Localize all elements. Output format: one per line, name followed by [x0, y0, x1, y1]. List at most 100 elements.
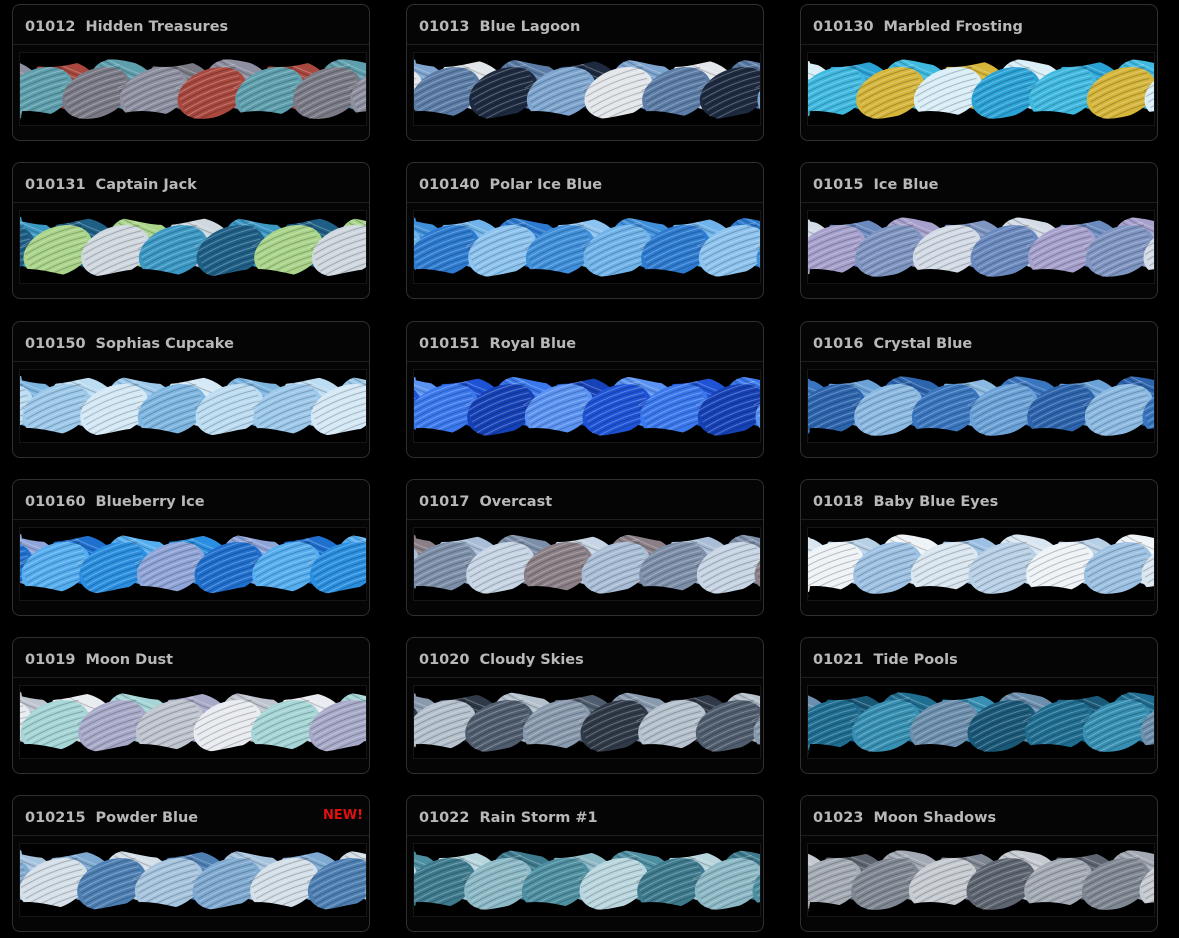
- thread-swatch[interactable]: [19, 210, 367, 284]
- thread-skein-image: [414, 370, 760, 442]
- thread-name[interactable]: Captain Jack: [96, 177, 197, 193]
- thread-card[interactable]: 01023 Moon Shadows: [800, 795, 1158, 932]
- thread-card[interactable]: 010215 Powder Blue NEW!: [12, 795, 370, 932]
- thread-name[interactable]: Moon Shadows: [873, 810, 996, 826]
- thread-swatch[interactable]: [19, 52, 367, 126]
- thread-name[interactable]: Powder Blue: [96, 810, 199, 826]
- thread-card[interactable]: 01022 Rain Storm #1: [406, 795, 764, 932]
- thread-code: 01023: [813, 810, 864, 826]
- thread-card-header: 01023 Moon Shadows: [801, 796, 1157, 836]
- thread-title: 01017 Overcast: [419, 491, 552, 510]
- thread-name[interactable]: Blue Lagoon: [479, 19, 580, 35]
- thread-skein-image: [808, 528, 1154, 600]
- thread-title: 01019 Moon Dust: [25, 649, 173, 668]
- thread-card-header: 01020 Cloudy Skies: [407, 638, 763, 678]
- thread-code: 010140: [419, 177, 480, 193]
- thread-title: 01012 Hidden Treasures: [25, 16, 228, 35]
- thread-swatch[interactable]: [413, 52, 761, 126]
- thread-card-header: 010215 Powder Blue NEW!: [13, 796, 369, 836]
- thread-name[interactable]: Baby Blue Eyes: [873, 494, 998, 510]
- thread-name[interactable]: Crystal Blue: [873, 336, 972, 352]
- thread-code: 01020: [419, 652, 470, 668]
- thread-card[interactable]: 01020 Cloudy Skies: [406, 637, 764, 774]
- thread-title: 01023 Moon Shadows: [813, 807, 996, 826]
- thread-name[interactable]: Hidden Treasures: [85, 19, 228, 35]
- thread-name[interactable]: Royal Blue: [490, 336, 577, 352]
- thread-skein-image: [808, 211, 1154, 283]
- thread-skein-image: [20, 528, 366, 600]
- thread-card[interactable]: 01012 Hidden Treasures: [12, 4, 370, 141]
- thread-card[interactable]: 01019 Moon Dust: [12, 637, 370, 774]
- thread-card-header: 010130 Marbled Frosting: [801, 5, 1157, 45]
- thread-swatch[interactable]: [19, 369, 367, 443]
- thread-skein-image: [20, 370, 366, 442]
- thread-card[interactable]: 010160 Blueberry Ice: [12, 479, 370, 616]
- thread-swatch[interactable]: [413, 527, 761, 601]
- thread-swatch[interactable]: [807, 369, 1155, 443]
- thread-card[interactable]: 01018 Baby Blue Eyes: [800, 479, 1158, 616]
- thread-card-header: 01012 Hidden Treasures: [13, 5, 369, 45]
- thread-name[interactable]: Blueberry Ice: [96, 494, 205, 510]
- thread-card-header: 01013 Blue Lagoon: [407, 5, 763, 45]
- thread-swatch[interactable]: [19, 527, 367, 601]
- thread-name[interactable]: Sophias Cupcake: [96, 336, 234, 352]
- thread-card-header: 010131 Captain Jack: [13, 163, 369, 203]
- thread-skein-image: [20, 844, 366, 916]
- thread-title: 01020 Cloudy Skies: [419, 649, 584, 668]
- thread-card[interactable]: 010151 Royal Blue: [406, 321, 764, 458]
- new-badge: NEW!: [322, 808, 363, 823]
- thread-name[interactable]: Overcast: [479, 494, 552, 510]
- thread-card-header: 01016 Crystal Blue: [801, 322, 1157, 362]
- thread-name[interactable]: Marbled Frosting: [884, 19, 1023, 35]
- thread-swatch[interactable]: [807, 685, 1155, 759]
- thread-code: 010160: [25, 494, 86, 510]
- thread-code: 01017: [419, 494, 470, 510]
- thread-name[interactable]: Polar Ice Blue: [490, 177, 603, 193]
- thread-card-header: 01019 Moon Dust: [13, 638, 369, 678]
- thread-title: 01016 Crystal Blue: [813, 333, 972, 352]
- thread-swatch[interactable]: [807, 210, 1155, 284]
- thread-skein-image: [808, 844, 1154, 916]
- thread-code: 01018: [813, 494, 864, 510]
- thread-code: 01016: [813, 336, 864, 352]
- thread-name[interactable]: Cloudy Skies: [479, 652, 583, 668]
- thread-skein-image: [20, 211, 366, 283]
- thread-card[interactable]: 010150 Sophias Cupcake: [12, 321, 370, 458]
- thread-code: 010131: [25, 177, 86, 193]
- thread-card[interactable]: 010131 Captain Jack: [12, 162, 370, 299]
- thread-swatch[interactable]: [807, 843, 1155, 917]
- thread-title: 01013 Blue Lagoon: [419, 16, 580, 35]
- thread-swatch[interactable]: [807, 527, 1155, 601]
- thread-card[interactable]: 01021 Tide Pools: [800, 637, 1158, 774]
- thread-title: 01015 Ice Blue: [813, 174, 939, 193]
- thread-title: 010140 Polar Ice Blue: [419, 174, 602, 193]
- thread-code: 01012: [25, 19, 76, 35]
- thread-card[interactable]: 010140 Polar Ice Blue: [406, 162, 764, 299]
- thread-name[interactable]: Rain Storm #1: [479, 810, 597, 826]
- thread-swatch[interactable]: [807, 52, 1155, 126]
- thread-skein-image: [20, 686, 366, 758]
- thread-name[interactable]: Tide Pools: [873, 652, 957, 668]
- thread-card[interactable]: 01013 Blue Lagoon: [406, 4, 764, 141]
- thread-swatch[interactable]: [19, 843, 367, 917]
- thread-skein-image: [414, 53, 760, 125]
- thread-swatch[interactable]: [413, 369, 761, 443]
- thread-skein-image: [808, 370, 1154, 442]
- thread-card-header: 010160 Blueberry Ice: [13, 480, 369, 520]
- thread-swatch[interactable]: [413, 685, 761, 759]
- thread-card[interactable]: 010130 Marbled Frosting: [800, 4, 1158, 141]
- thread-card-header: 01015 Ice Blue: [801, 163, 1157, 203]
- thread-card[interactable]: 01017 Overcast: [406, 479, 764, 616]
- thread-skein-image: [20, 53, 366, 125]
- thread-swatch[interactable]: [413, 210, 761, 284]
- thread-title: 01022 Rain Storm #1: [419, 807, 598, 826]
- thread-skein-image: [414, 211, 760, 283]
- thread-card[interactable]: 01015 Ice Blue: [800, 162, 1158, 299]
- thread-card-header: 010151 Royal Blue: [407, 322, 763, 362]
- thread-name[interactable]: Ice Blue: [873, 177, 938, 193]
- thread-swatch[interactable]: [19, 685, 367, 759]
- thread-name[interactable]: Moon Dust: [85, 652, 173, 668]
- thread-swatch[interactable]: [413, 843, 761, 917]
- thread-card[interactable]: 01016 Crystal Blue: [800, 321, 1158, 458]
- thread-grid: 01012 Hidden Treasures 01013 Blue Lagoon 010…: [0, 0, 1179, 938]
